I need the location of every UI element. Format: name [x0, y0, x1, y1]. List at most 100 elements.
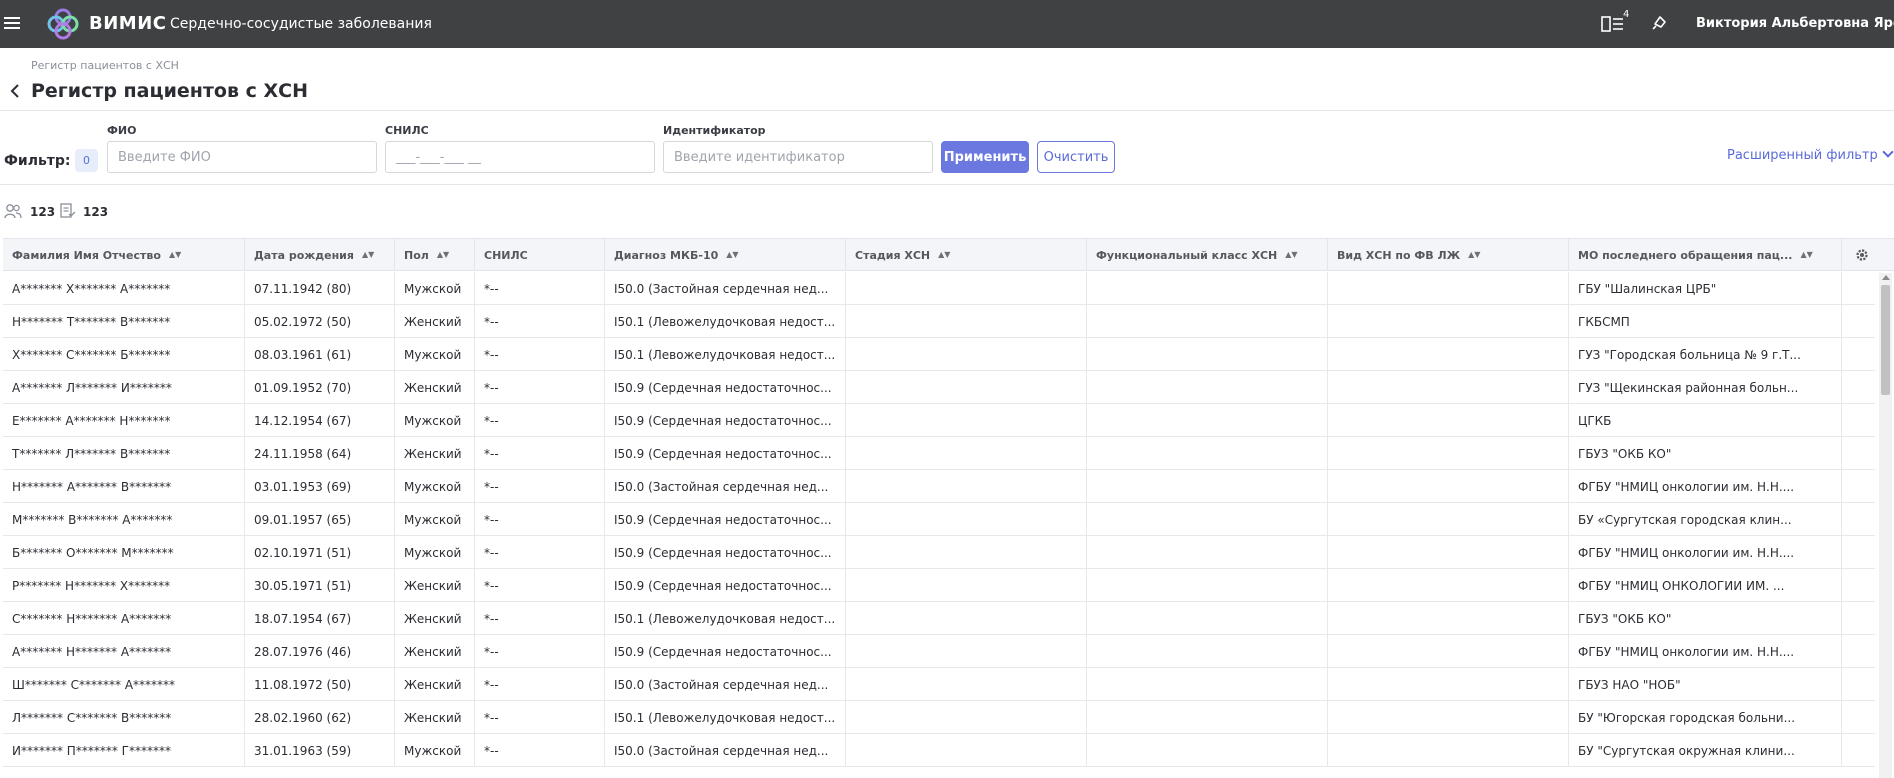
snils-label: СНИЛС: [385, 124, 429, 137]
sort-icon: ▲▼: [436, 250, 450, 259]
breadcrumb[interactable]: Регистр пациентов с ХСН: [31, 59, 179, 72]
cell-hf-type: [1328, 602, 1569, 635]
cell-hf-type: [1328, 668, 1569, 701]
scroll-up-icon[interactable]: [1882, 275, 1890, 280]
cell-sex: Женский: [395, 668, 475, 701]
cell-birthdate: 18.07.1954 (67): [245, 602, 395, 635]
table-row[interactable]: Н******* А******* В******* 03.01.1953 (69…: [3, 470, 1875, 503]
cell-snils: *--: [475, 272, 605, 305]
notification-icon[interactable]: [1651, 14, 1669, 32]
cell-mo: ГУЗ "Щекинская районная больн...: [1569, 371, 1842, 404]
column-header-label: СНИЛС: [484, 248, 528, 262]
cell-birthdate: 09.01.1957 (65): [245, 503, 395, 536]
gear-icon[interactable]: [1854, 247, 1870, 263]
cell-diagnosis: I50.0 (Застойная сердечная нед...: [605, 734, 846, 767]
column-header-functional-class[interactable]: Функциональный класс ХСН ▲▼: [1087, 239, 1328, 271]
cell-stage: [846, 701, 1087, 734]
cell-birthdate: 11.08.1972 (50): [245, 668, 395, 701]
back-arrow-icon[interactable]: [8, 83, 22, 99]
cell-snils: *--: [475, 338, 605, 371]
cell-diagnosis: I50.1 (Левожелудочковая недост...: [605, 338, 846, 371]
task-list-icon[interactable]: [1601, 14, 1625, 34]
cell-mo: ГБУЗ "ОКБ КО": [1569, 437, 1842, 470]
table-row[interactable]: А******* Н******* А******* 28.07.1976 (46…: [3, 635, 1875, 668]
cell-hf-type: [1328, 338, 1569, 371]
sort-icon: ▲▼: [938, 250, 951, 259]
cell-snils: *--: [475, 701, 605, 734]
chevron-down-icon: [1882, 146, 1894, 158]
vimis-logo-icon: [47, 8, 79, 40]
table-row[interactable]: А******* Л******* И******* 01.09.1952 (70…: [3, 371, 1875, 404]
sort-icon: ▲▼: [1800, 250, 1813, 259]
patients-icon: [4, 204, 22, 219]
cell-sex: Женский: [395, 371, 475, 404]
column-header-sex[interactable]: Пол ▲▼: [395, 239, 475, 271]
cell-diagnosis: I50.9 (Сердечная недостаточнос...: [605, 371, 846, 404]
cell-diagnosis: I50.9 (Сердечная недостаточнос...: [605, 437, 846, 470]
cell-stage: [846, 272, 1087, 305]
divider: [0, 110, 1894, 111]
table-row[interactable]: И******* П******* Г******* 31.01.1963 (59…: [3, 734, 1875, 767]
table-row[interactable]: Л******* С******* В******* 28.02.1960 (62…: [3, 701, 1875, 734]
column-header-birthdate[interactable]: Дата рождения ▲▼: [245, 239, 395, 271]
cell-stage: [846, 668, 1087, 701]
fio-input[interactable]: [107, 141, 377, 173]
column-header-fio[interactable]: Фамилия Имя Отчество ▲▼: [3, 239, 245, 271]
table-row[interactable]: Х******* С******* Б******* 08.03.1961 (61…: [3, 338, 1875, 371]
cell-hf-type: [1328, 569, 1569, 602]
scroll-thumb[interactable]: [1881, 285, 1890, 395]
identifier-input[interactable]: [663, 141, 933, 173]
table-row[interactable]: Е******* А******* Н******* 14.12.1954 (67…: [3, 404, 1875, 437]
cell-diagnosis: I50.1 (Левожелудочковая недост...: [605, 602, 846, 635]
table-row[interactable]: С******* Н******* А******* 18.07.1954 (67…: [3, 602, 1875, 635]
table-row[interactable]: Н******* Т******* В******* 05.02.1972 (50…: [3, 305, 1875, 338]
clear-button[interactable]: Очистить: [1037, 141, 1115, 173]
cell-birthdate: 28.07.1976 (46): [245, 635, 395, 668]
filter-count-badge: 0: [75, 149, 98, 172]
column-header-label: Вид ХСН по ФВ ЛЖ: [1337, 248, 1461, 262]
cell-functional-class: [1087, 371, 1328, 404]
cell-sex: Мужской: [395, 272, 475, 305]
apply-button[interactable]: Применить: [941, 141, 1029, 173]
cell-birthdate: 14.12.1954 (67): [245, 404, 395, 437]
column-header-label: Пол: [404, 248, 429, 262]
cell-snils: *--: [475, 404, 605, 437]
snils-input[interactable]: [385, 141, 655, 173]
cell-fio: И******* П******* Г*******: [3, 734, 245, 767]
cell-functional-class: [1087, 734, 1328, 767]
sort-icon: ▲▼: [726, 250, 739, 259]
cell-functional-class: [1087, 470, 1328, 503]
table-row[interactable]: Б******* О******* М******* 02.10.1971 (51…: [3, 536, 1875, 569]
table-row[interactable]: М******* В******* А******* 09.01.1957 (65…: [3, 503, 1875, 536]
cell-hf-type: [1328, 404, 1569, 437]
column-header-hf-type[interactable]: Вид ХСН по ФВ ЛЖ ▲▼: [1328, 239, 1569, 271]
column-header-label: Диагноз МКБ-10: [614, 248, 719, 262]
cell-fio: Б******* О******* М*******: [3, 536, 245, 569]
user-name[interactable]: Виктория Альбертовна Яровая: [1696, 16, 1894, 31]
cell-stage: [846, 536, 1087, 569]
cell-diagnosis: I50.9 (Сердечная недостаточнос...: [605, 569, 846, 602]
table-row[interactable]: Т******* Л******* В******* 24.11.1958 (64…: [3, 437, 1875, 470]
column-header-stage[interactable]: Стадия ХСН ▲▼: [846, 239, 1087, 271]
cell-snils: *--: [475, 668, 605, 701]
table-row[interactable]: Р******* Н******* Х******* 30.05.1971 (51…: [3, 569, 1875, 602]
menu-icon[interactable]: [4, 14, 20, 32]
table-row[interactable]: Ш******* С******* А******* 11.08.1972 (50…: [3, 668, 1875, 701]
table-row[interactable]: А******* Х******* А******* 07.11.1942 (80…: [3, 272, 1875, 305]
table-scrollbar[interactable]: [1879, 273, 1892, 778]
cell-functional-class: [1087, 536, 1328, 569]
sort-icon: ▲▼: [1468, 250, 1481, 259]
cell-birthdate: 08.03.1961 (61): [245, 338, 395, 371]
cell-diagnosis: I50.9 (Сердечная недостаточнос...: [605, 635, 846, 668]
column-header-mo[interactable]: МО последнего обращения пац... ▲▼: [1569, 239, 1842, 271]
patients-count: 123: [30, 205, 56, 219]
advanced-filter-toggle[interactable]: Расширенный фильтр: [1727, 146, 1894, 163]
cell-functional-class: [1087, 272, 1328, 305]
fio-label: ФИО: [107, 124, 137, 137]
cell-diagnosis: I50.0 (Застойная сердечная нед...: [605, 272, 846, 305]
cell-snils: *--: [475, 305, 605, 338]
column-header-diagnosis[interactable]: Диагноз МКБ-10 ▲▼: [605, 239, 846, 271]
cell-hf-type: [1328, 371, 1569, 404]
cell-snils: *--: [475, 470, 605, 503]
page-title: Регистр пациентов с ХСН: [31, 80, 308, 102]
